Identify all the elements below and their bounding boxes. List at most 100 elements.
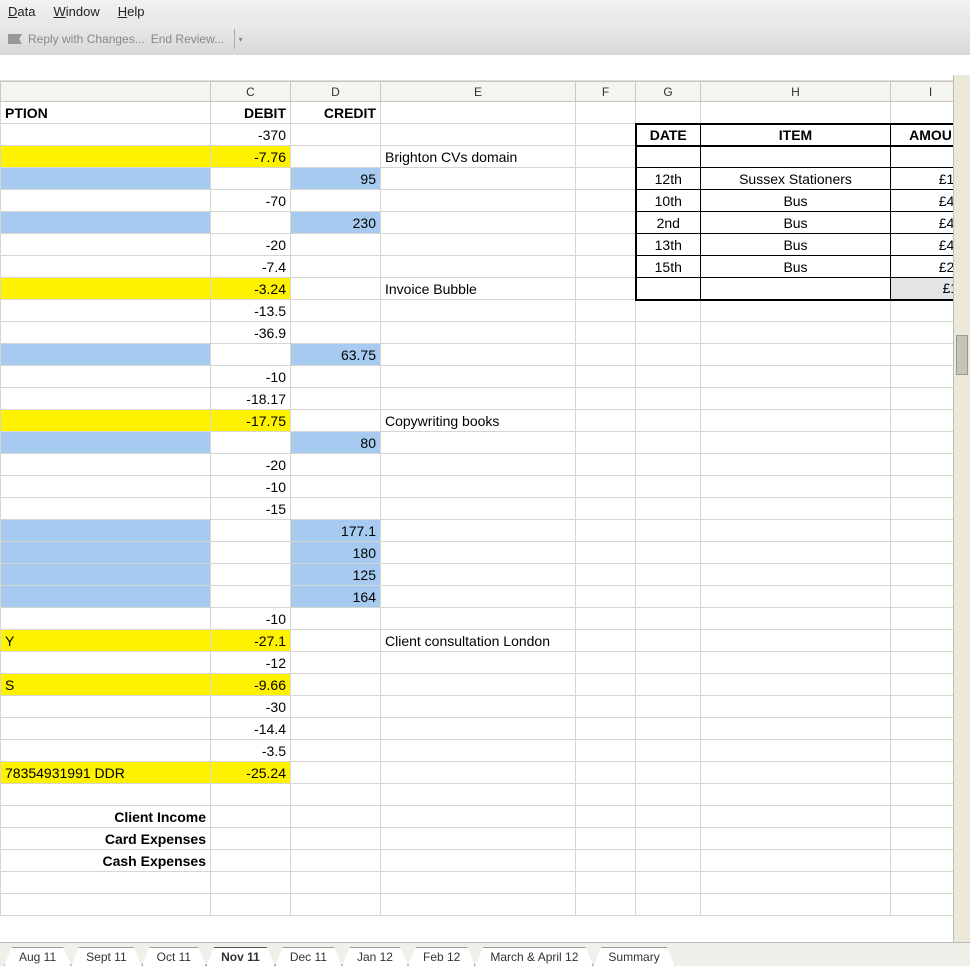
cell-item[interactable] <box>701 278 891 300</box>
cell-date[interactable]: 10th <box>636 190 701 212</box>
cell-description[interactable] <box>1 212 211 234</box>
cell-item[interactable] <box>701 630 891 652</box>
cell[interactable] <box>576 850 636 872</box>
cell[interactable] <box>636 894 701 916</box>
cell-credit[interactable] <box>291 146 381 168</box>
cell-item[interactable] <box>701 498 891 520</box>
cell[interactable] <box>576 806 636 828</box>
cell-description[interactable] <box>1 520 211 542</box>
cell-date[interactable] <box>636 366 701 388</box>
cell-date[interactable] <box>636 146 701 168</box>
cell[interactable] <box>576 674 636 696</box>
cell[interactable] <box>211 872 291 894</box>
cell-description[interactable]: Client Income <box>1 806 211 828</box>
cell-description[interactable]: Card Expenses <box>1 828 211 850</box>
cell-debit[interactable] <box>211 828 291 850</box>
cell-credit[interactable]: 180 <box>291 542 381 564</box>
cell-debit[interactable] <box>211 520 291 542</box>
spreadsheet-grid[interactable]: C D E F G H I PTIONDEBITCREDIT-370DATEIT… <box>0 81 970 916</box>
cell-debit[interactable] <box>211 432 291 454</box>
table-row[interactable]: -3.5 <box>1 740 970 762</box>
table-row[interactable]: 180 <box>1 542 970 564</box>
table-row[interactable]: -10 <box>1 366 970 388</box>
cell[interactable] <box>701 894 891 916</box>
cell-description[interactable]: Y <box>1 630 211 652</box>
cell-debit[interactable]: -10 <box>211 476 291 498</box>
cell-debit[interactable] <box>211 344 291 366</box>
cell-credit[interactable]: 230 <box>291 212 381 234</box>
cell-note[interactable] <box>381 586 576 608</box>
table-row[interactable]: -13.5 <box>1 300 970 322</box>
cell-note[interactable] <box>381 718 576 740</box>
cell-credit[interactable] <box>291 498 381 520</box>
cell[interactable] <box>576 278 636 300</box>
table-row[interactable]: 80 <box>1 432 970 454</box>
cell-debit[interactable]: -13.5 <box>211 300 291 322</box>
sheet-tab[interactable]: Nov 11 <box>206 947 275 966</box>
cell-date[interactable] <box>636 432 701 454</box>
cell-note[interactable] <box>381 256 576 278</box>
cell-description[interactable] <box>1 388 211 410</box>
cell-date[interactable] <box>636 784 701 806</box>
cell-date[interactable] <box>636 828 701 850</box>
sheet-tab[interactable]: Aug 11 <box>4 947 71 966</box>
sheet-tab[interactable]: Dec 11 <box>275 947 342 966</box>
cell-item[interactable]: Sussex Stationers <box>701 168 891 190</box>
table-row[interactable]: Client Income <box>1 806 970 828</box>
cell-item[interactable] <box>701 542 891 564</box>
cell[interactable] <box>701 872 891 894</box>
cell-item[interactable] <box>701 366 891 388</box>
cell[interactable] <box>576 498 636 520</box>
cell[interactable] <box>701 102 891 124</box>
cell[interactable] <box>576 586 636 608</box>
table-row[interactable]: -3.24Invoice Bubble£15 <box>1 278 970 300</box>
cell[interactable] <box>576 872 636 894</box>
cell-item[interactable] <box>701 432 891 454</box>
cell-note[interactable] <box>381 366 576 388</box>
cell-date[interactable] <box>636 388 701 410</box>
cell-date[interactable] <box>636 740 701 762</box>
cell-description[interactable] <box>1 476 211 498</box>
reply-changes-button[interactable]: Reply with Changes... <box>28 32 145 46</box>
cell-item[interactable]: Bus <box>701 190 891 212</box>
table-row[interactable]: Cash Expenses <box>1 850 970 872</box>
cell-credit[interactable] <box>291 850 381 872</box>
cell-note[interactable] <box>381 476 576 498</box>
cell-date[interactable] <box>636 542 701 564</box>
cell-debit[interactable]: -7.4 <box>211 256 291 278</box>
cell-debit[interactable]: -3.5 <box>211 740 291 762</box>
vertical-scrollbar[interactable] <box>953 75 970 942</box>
table-row[interactable]: -12 <box>1 652 970 674</box>
cell-date[interactable]: 13th <box>636 234 701 256</box>
cell-item[interactable] <box>701 806 891 828</box>
cell-credit[interactable] <box>291 476 381 498</box>
cell-debit[interactable]: -17.75 <box>211 410 291 432</box>
cell-debit[interactable]: -7.76 <box>211 146 291 168</box>
cell-debit[interactable]: -15 <box>211 498 291 520</box>
cell-debit[interactable]: -20 <box>211 234 291 256</box>
colhdr-e[interactable]: E <box>381 82 576 102</box>
cell-date[interactable] <box>636 476 701 498</box>
cell[interactable] <box>576 124 636 146</box>
cell-note[interactable] <box>381 212 576 234</box>
colhdr-h[interactable]: H <box>701 82 891 102</box>
cell-description[interactable] <box>1 366 211 388</box>
cell-note[interactable] <box>381 762 576 784</box>
cell-note[interactable] <box>381 432 576 454</box>
cell-debit[interactable] <box>211 212 291 234</box>
cell-date[interactable] <box>636 608 701 630</box>
cell-description[interactable] <box>1 190 211 212</box>
cell-credit[interactable]: 80 <box>291 432 381 454</box>
cell-date[interactable] <box>636 806 701 828</box>
cell-note[interactable] <box>381 168 576 190</box>
cell-item[interactable] <box>701 740 891 762</box>
cell-credit[interactable] <box>291 608 381 630</box>
cell-note[interactable]: Brighton CVs domain <box>381 146 576 168</box>
cell[interactable] <box>576 564 636 586</box>
cell-note[interactable] <box>381 300 576 322</box>
end-review-button[interactable]: End Review... <box>151 32 224 46</box>
cell-note[interactable] <box>381 806 576 828</box>
cell[interactable] <box>576 256 636 278</box>
cell-credit[interactable] <box>291 674 381 696</box>
cell-date[interactable] <box>636 564 701 586</box>
